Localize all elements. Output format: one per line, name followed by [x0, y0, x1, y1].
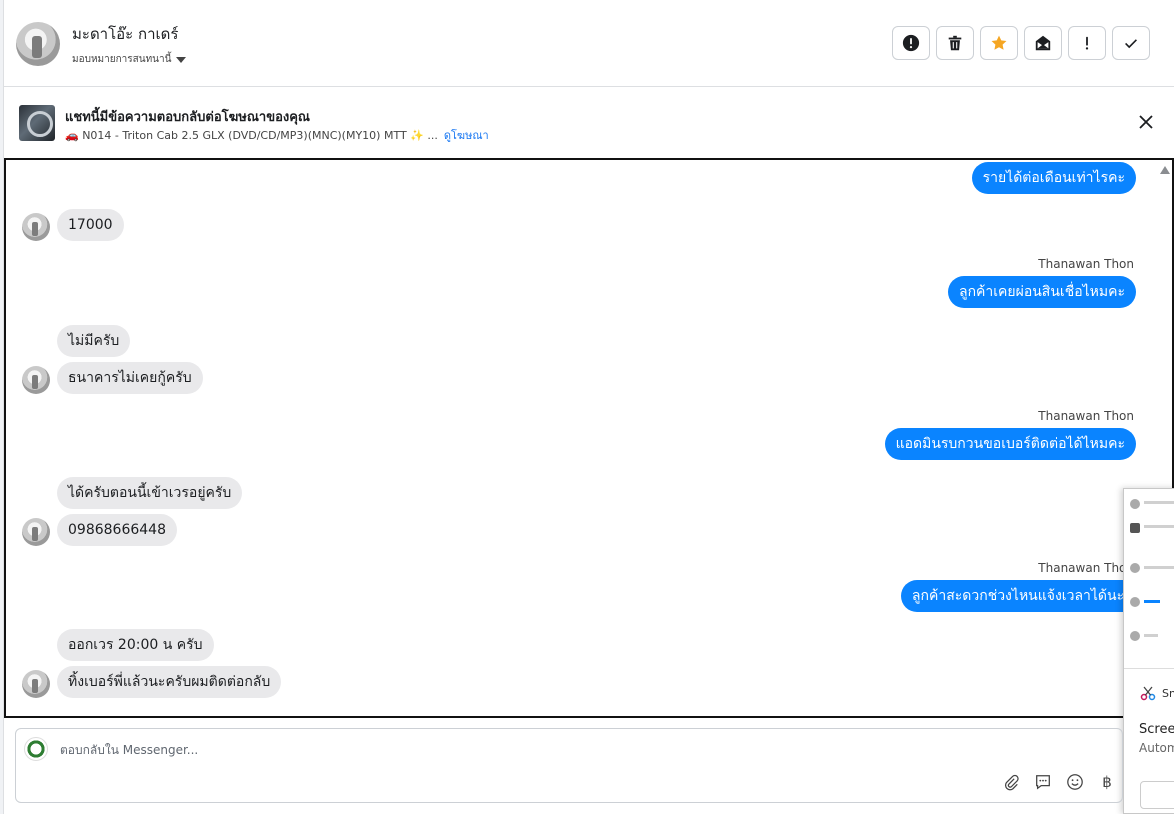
preview-line	[1144, 566, 1174, 569]
assign-conversation-label: มอบหมายการสนทนานี้	[72, 54, 172, 65]
sender-name: Thanawan Thon	[1038, 257, 1134, 271]
envelope-icon	[1035, 35, 1051, 51]
message-bubble-incoming[interactable]: ไม่มีครับ	[57, 325, 131, 357]
sender-name: Thanawan Thon	[1038, 409, 1134, 423]
caret-down-icon	[176, 56, 187, 63]
message-thread[interactable]: รายได้ต่อเดือนเท่าไรคะ 17000 Thanawan Th…	[4, 158, 1174, 718]
ad-banner-title: แชทนี้มีข้อความตอบกลับต่อโฆษณาของคุณ	[65, 110, 310, 125]
preview-avatar	[1130, 499, 1140, 509]
close-icon[interactable]	[1136, 112, 1156, 132]
payment-button[interactable]: ฿	[1098, 773, 1116, 791]
assign-conversation-dropdown[interactable]: มอบหมายการสนทนานี้	[72, 52, 187, 67]
page-avatar	[24, 737, 48, 761]
contact-avatar[interactable]	[16, 22, 60, 66]
scissors-icon	[1140, 686, 1156, 701]
screenshot-notification-popup[interactable]: Sn Screen Autom	[1123, 488, 1174, 814]
message-bubble-incoming[interactable]: ได้ครับตอนนี้เข้าเวรอยู่ครับ	[57, 477, 243, 509]
notification-subtitle: Autom	[1139, 741, 1174, 755]
ad-reply-banner: แชทนี้มีข้อความตอบกลับต่อโฆษณาของคุณ 🚗 N…	[4, 88, 1174, 154]
preview-line	[1144, 600, 1160, 603]
preview-avatar	[1130, 597, 1140, 607]
screenshot-preview-thumbnail[interactable]	[1124, 489, 1174, 669]
check-icon	[1125, 39, 1137, 49]
contact-avatar-small	[22, 366, 50, 394]
ad-text: 🚗 N014 - Triton Cab 2.5 GLX (DVD/CD/MP3)…	[65, 128, 438, 142]
paperclip-icon	[1004, 774, 1019, 791]
message-bubble-incoming[interactable]: 09868666448	[57, 514, 177, 546]
preview-avatar	[1130, 631, 1140, 641]
message-bubble-outgoing[interactable]: ลูกค้าสะดวกช่วงไหนแจ้งเวลาได้นะคะ	[900, 580, 1152, 612]
message-bubble-incoming[interactable]: ทิ้งเบอร์พี่แล้วนะครับผมติดต่อกลับ	[57, 666, 282, 698]
ad-info-line: 🚗 N014 - Triton Cab 2.5 GLX (DVD/CD/MP3)…	[65, 126, 489, 144]
mark-unread-button[interactable]	[1024, 26, 1062, 60]
preview-avatar	[1130, 563, 1140, 573]
notification-action-button[interactable]	[1140, 781, 1174, 809]
mark-done-button[interactable]	[1112, 26, 1150, 60]
contact-name[interactable]: มะดาโอ๊ะ กาเดร์	[72, 22, 178, 46]
snipping-tool-header: Sn	[1140, 685, 1174, 701]
message-bubble-outgoing[interactable]: แอดมินรบกวนขอเบอร์ติดต่อได้ไหมคะ	[884, 428, 1136, 460]
delete-button[interactable]	[936, 26, 974, 60]
message-bubble-incoming[interactable]: 17000	[57, 209, 124, 241]
trash-icon	[948, 35, 962, 51]
conversation-actions	[892, 26, 1150, 60]
message-bubble-outgoing[interactable]: ลูกค้าเคยผ่อนสินเชื่อไหมคะ	[947, 276, 1136, 308]
ad-thumbnail[interactable]	[19, 105, 55, 141]
contact-avatar-small	[22, 213, 50, 241]
messenger-inbox-window: มะดาโอ๊ะ กาเดร์ มอบหมายการสนทนานี้ แชทนี…	[0, 0, 1174, 814]
view-ad-link[interactable]: ดูโฆษณา	[444, 126, 489, 144]
composer-toolbar: ฿	[1002, 773, 1116, 791]
saved-reply-button[interactable]	[1034, 773, 1052, 791]
preview-line	[1144, 525, 1174, 528]
star-button[interactable]	[980, 26, 1018, 60]
report-spam-button[interactable]	[892, 26, 930, 60]
exclamation-circle-icon	[902, 34, 920, 52]
contact-avatar-small	[22, 670, 50, 698]
message-bubble-incoming[interactable]: ธนาคารไม่เคยกู้ครับ	[57, 362, 203, 394]
emoji-button[interactable]	[1066, 773, 1084, 791]
sender-name: Thanawan Thon	[1038, 561, 1134, 575]
preview-line	[1144, 501, 1174, 504]
baht-icon: ฿	[1102, 773, 1112, 791]
exclamation-icon	[1085, 36, 1089, 50]
preview-thumb	[1130, 523, 1140, 533]
saved-reply-icon	[1036, 775, 1050, 790]
snipping-tool-label: Sn	[1162, 686, 1174, 700]
follow-up-button[interactable]	[1068, 26, 1106, 60]
preview-line	[1144, 634, 1158, 637]
contact-avatar-small	[22, 518, 50, 546]
message-bubble-outgoing[interactable]: รายได้ต่อเดือนเท่าไรคะ	[971, 162, 1136, 194]
message-bubble-incoming[interactable]: ออกเวร 20:00 น ครับ	[57, 629, 214, 661]
notification-title: Screen	[1139, 722, 1174, 737]
attach-button[interactable]	[1002, 773, 1020, 791]
scroll-up-arrow-icon[interactable]	[1160, 166, 1170, 174]
reply-input[interactable]	[60, 739, 960, 761]
conversation-header: มะดาโอ๊ะ กาเดร์ มอบหมายการสนทนานี้	[4, 0, 1174, 87]
star-icon	[991, 35, 1007, 50]
emoji-icon	[1067, 774, 1083, 790]
reply-composer: ฿	[15, 728, 1123, 803]
